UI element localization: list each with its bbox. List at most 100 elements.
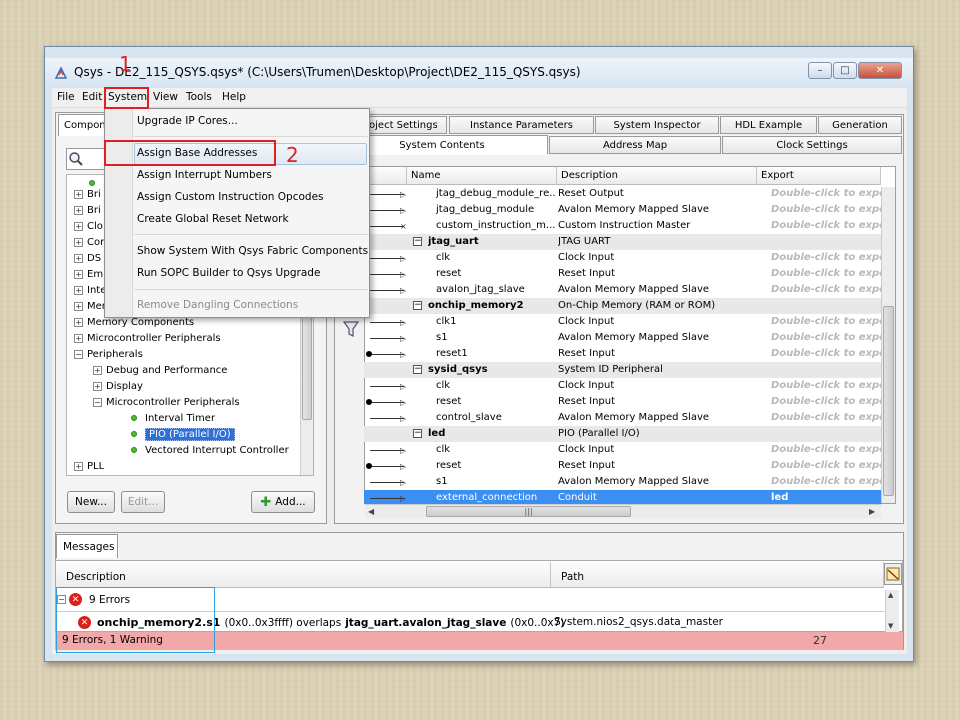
table-row[interactable]: ▷ reset1 Reset Input Double-click to export	[364, 346, 882, 362]
cell-export[interactable]: Double-click to export	[771, 396, 882, 407]
tree-item-pll[interactable]: + PLL	[74, 458, 104, 474]
table-horizontal-scrollbar-thumb[interactable]: |||	[426, 506, 631, 517]
collapse-icon[interactable]: −	[413, 429, 422, 438]
cell-export[interactable]: Double-click to export	[771, 316, 882, 327]
tab-address-map[interactable]: Address Map	[549, 136, 721, 154]
tree-item[interactable]: + Inte	[74, 282, 106, 298]
table-row[interactable]: ▷ clk Clock Input Double-click to export	[364, 250, 882, 266]
scroll-up-arrow-icon[interactable]: ▲	[888, 591, 893, 599]
tree-item-vectored-interrupt[interactable]: Vectored Interrupt Controller	[131, 442, 289, 458]
tree-item-interval-timer[interactable]: Interval Timer	[131, 410, 215, 426]
tab-clock-settings[interactable]: Clock Settings	[722, 136, 902, 154]
table-row[interactable]: ▷ s1 Avalon Memory Mapped Slave Double-clic…	[364, 330, 882, 346]
connection-dot-icon[interactable]	[366, 399, 372, 405]
table-group-row[interactable]: − jtag_uart JTAG UART	[364, 234, 882, 250]
scroll-right-arrow-icon[interactable]: ▶	[869, 507, 875, 516]
table-row[interactable]: × custom_instruction_m... Custom Instructi…	[364, 218, 882, 234]
cell-export[interactable]: Double-click to export	[771, 268, 882, 279]
tree-item-microcontroller-peripherals[interactable]: + Microcontroller Peripherals	[74, 330, 221, 346]
close-button[interactable]: ✕	[858, 62, 902, 79]
tree-item-peripherals[interactable]: − Peripherals	[74, 346, 143, 362]
menu-view[interactable]: View	[153, 91, 178, 103]
cell-export[interactable]: Double-click to export	[771, 348, 882, 359]
messages-header-path[interactable]: Path	[551, 562, 884, 588]
table-row[interactable]: ▷ clk Clock Input Double-click to export	[364, 442, 882, 458]
scroll-down-arrow-icon[interactable]: ▼	[888, 622, 893, 630]
scroll-left-arrow-icon[interactable]: ◀	[368, 507, 374, 516]
table-row[interactable]: ▷ jtag_debug_module Avalon Memory Mapped S…	[364, 202, 882, 218]
table-header-name[interactable]: Name	[407, 167, 557, 185]
collapse-icon[interactable]: −	[413, 301, 422, 310]
cell-export[interactable]: Double-click to export	[771, 284, 882, 295]
cell-export[interactable]: Double-click to export	[771, 204, 882, 215]
table-row[interactable]: ▷ control_slave Avalon Memory Mapped Slave…	[364, 410, 882, 426]
tab-messages[interactable]: Messages	[56, 534, 118, 558]
tree-item-microcontroller-peripherals-sub[interactable]: − Microcontroller Peripherals	[93, 394, 240, 410]
cell-export[interactable]: Double-click to export	[771, 380, 882, 391]
menu-item-upgrade-ip-cores[interactable]: Upgrade IP Cores...	[137, 115, 238, 127]
tree-item-pio[interactable]: PIO (Parallel I/O)	[131, 426, 235, 442]
collapse-icon[interactable]: −	[413, 237, 422, 246]
cell-export[interactable]: led	[771, 492, 882, 503]
messages-options-button[interactable]	[884, 563, 902, 585]
tree-item[interactable]: + Em	[74, 266, 103, 282]
table-header-export[interactable]: Export	[757, 167, 881, 185]
tree-item-display[interactable]: + Display	[93, 378, 143, 394]
tree-item[interactable]: + DS	[74, 250, 101, 266]
cell-export[interactable]: Double-click to export	[771, 332, 882, 343]
table-row[interactable]: ▷ external_connection Conduit led	[364, 490, 882, 504]
add-component-button[interactable]: ✚ Add...	[251, 491, 315, 513]
tree-item[interactable]: + Bri	[74, 186, 101, 202]
cell-export[interactable]: Double-click to export	[771, 188, 882, 199]
table-group-row[interactable]: − onchip_memory2 On-Chip Memory (RAM or RO…	[364, 298, 882, 314]
menu-item-create-reset-network[interactable]: Create Global Reset Network	[137, 213, 289, 225]
cell-export[interactable]: Double-click to export	[771, 460, 882, 471]
tree-item-debug-performance[interactable]: + Debug and Performance	[93, 362, 227, 378]
table-group-row[interactable]: − led PIO (Parallel I/O)	[364, 426, 882, 442]
table-row[interactable]: ▷ reset Reset Input Double-click to export	[364, 458, 882, 474]
tab-generation[interactable]: Generation	[818, 116, 902, 134]
menu-item-run-sopc-upgrade[interactable]: Run SOPC Builder to Qsys Upgrade	[137, 267, 320, 279]
tree-scrollbar-thumb[interactable]	[302, 300, 312, 420]
table-row[interactable]: ▷ jtag_debug_module_re... Reset Output Doub…	[364, 186, 882, 202]
filter-icon[interactable]	[343, 320, 359, 338]
menu-file[interactable]: File	[57, 91, 75, 103]
tab-hdl-example[interactable]: HDL Example	[720, 116, 817, 134]
menu-item-remove-dangling[interactable]: Remove Dangling Connections	[137, 299, 298, 311]
table-row[interactable]: ▷ avalon_jtag_slave Avalon Memory Mapped S…	[364, 282, 882, 298]
minimize-button[interactable]: –	[808, 62, 832, 79]
cell-export[interactable]: Double-click to export	[771, 220, 882, 231]
tab-instance-parameters[interactable]: Instance Parameters	[449, 116, 594, 134]
table-vertical-scrollbar-thumb[interactable]	[883, 306, 894, 496]
connection-dot-icon[interactable]	[366, 463, 372, 469]
tree-item[interactable]: + Cor	[74, 234, 104, 250]
edit-component-button[interactable]: Edit...	[121, 491, 165, 513]
cell-export[interactable]: Double-click to export	[771, 252, 882, 263]
cell-export[interactable]: Double-click to export	[771, 476, 882, 487]
menu-edit[interactable]: Edit	[82, 91, 102, 103]
messages-header-description[interactable]: Description	[56, 562, 551, 588]
table-row[interactable]: ▷ reset Reset Input Double-click to export	[364, 266, 882, 282]
menu-tools[interactable]: Tools	[186, 91, 212, 103]
table-group-row[interactable]: − sysid_qsys System ID Peripheral	[364, 362, 882, 378]
cell-export[interactable]: Double-click to export	[771, 412, 882, 423]
table-row[interactable]: ▷ clk Clock Input Double-click to export	[364, 378, 882, 394]
table-row[interactable]: ▷ s1 Avalon Memory Mapped Slave Double-clic…	[364, 474, 882, 490]
collapse-icon[interactable]: −	[413, 365, 422, 374]
tree-item[interactable]: + Bri	[74, 202, 101, 218]
table-row[interactable]: ▷ clk1 Clock Input Double-click to export	[364, 314, 882, 330]
new-component-button[interactable]: New...	[67, 491, 115, 513]
menu-item-show-fabric[interactable]: Show System With Qsys Fabric Components	[137, 245, 368, 257]
tree-item[interactable]: + Clo	[74, 218, 103, 234]
connection-dot-icon[interactable]	[366, 351, 372, 357]
menu-help[interactable]: Help	[222, 91, 246, 103]
maximize-button[interactable]: □	[833, 62, 857, 79]
cell-export[interactable]: Double-click to export	[771, 444, 882, 455]
tree-item[interactable]: + Mer	[74, 298, 106, 314]
table-header-connections[interactable]	[365, 167, 407, 185]
menu-item-assign-custom-opcodes[interactable]: Assign Custom Instruction Opcodes	[137, 191, 324, 203]
table-header-description[interactable]: Description	[557, 167, 757, 185]
tab-system-inspector[interactable]: System Inspector	[595, 116, 719, 134]
menu-item-assign-interrupt-numbers[interactable]: Assign Interrupt Numbers	[137, 169, 272, 181]
table-row[interactable]: ▷ reset Reset Input Double-click to export	[364, 394, 882, 410]
